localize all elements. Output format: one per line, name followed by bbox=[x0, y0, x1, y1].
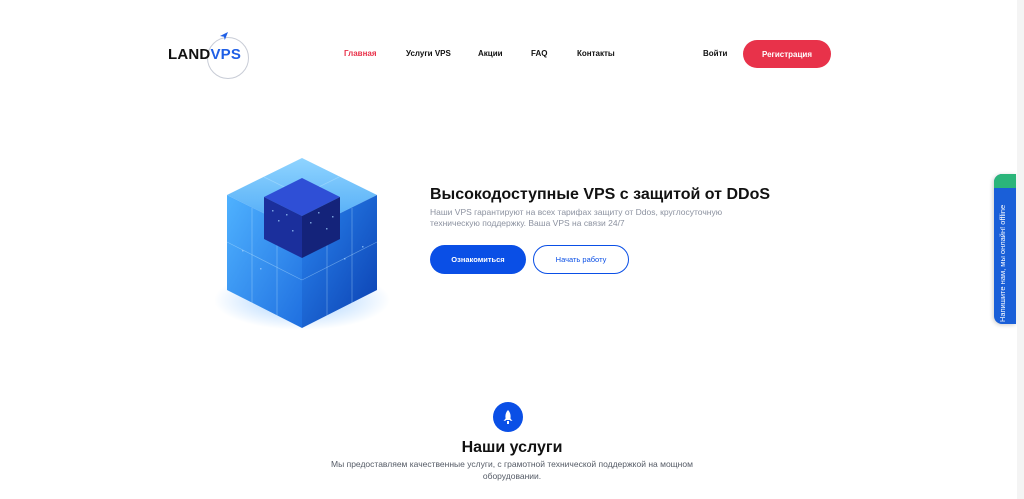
chat-widget-label: Напишите нам, мы онлайн! offline bbox=[998, 204, 1007, 322]
nav-item-home[interactable]: Главная bbox=[344, 49, 377, 58]
nav-item-promotions[interactable]: Акции bbox=[478, 49, 503, 58]
services-description: Мы предоставляем качественные услуги, с … bbox=[331, 459, 693, 481]
nav-item-contacts[interactable]: Контакты bbox=[577, 49, 615, 58]
chat-widget-tab[interactable]: Напишите нам, мы онлайн! offline bbox=[994, 174, 1016, 324]
hero-title: Высокодоступные VPS с защитой от DDoS bbox=[430, 186, 771, 203]
nav-item-faq[interactable]: FAQ bbox=[531, 49, 547, 58]
paper-plane-icon bbox=[220, 32, 228, 40]
site-logo[interactable]: LANDVPS bbox=[167, 32, 252, 79]
page-scrollbar[interactable] bbox=[1017, 0, 1024, 499]
nav-item-vps-services[interactable]: Услуги VPS bbox=[406, 49, 451, 58]
learn-more-button[interactable]: Ознакомиться bbox=[430, 245, 526, 274]
server-cube-illustration bbox=[214, 158, 390, 330]
services-title: Наши услуги bbox=[461, 439, 563, 456]
get-started-button[interactable]: Начать работу bbox=[533, 245, 629, 274]
login-link[interactable]: Войти bbox=[703, 49, 727, 58]
rocket-icon bbox=[493, 402, 523, 432]
logo-wordmark: LANDVPS bbox=[168, 46, 242, 63]
register-button[interactable]: Регистрация bbox=[743, 40, 831, 68]
hero-description: Наши VPS гарантируют на всех тарифах защ… bbox=[430, 207, 723, 228]
